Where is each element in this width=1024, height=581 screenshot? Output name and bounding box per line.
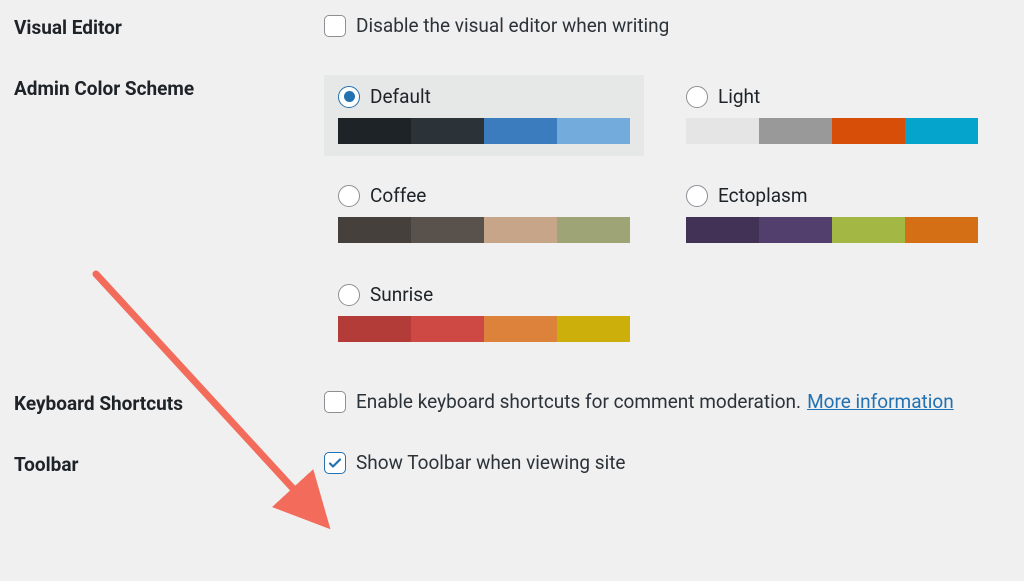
admin-color-scheme-row: Admin Color Scheme Default Light Coffee Ect… bbox=[14, 75, 1010, 354]
color-swatch bbox=[905, 217, 978, 243]
color-scheme-name: Coffee bbox=[370, 184, 426, 207]
color-swatches bbox=[338, 118, 630, 144]
color-swatch bbox=[832, 217, 905, 243]
toolbar-row: Toolbar Show Toolbar when viewing site bbox=[14, 451, 1010, 476]
color-scheme-name: Light bbox=[718, 85, 760, 108]
color-scheme-header: Ectoplasm bbox=[686, 184, 978, 207]
color-swatch bbox=[484, 217, 557, 243]
color-swatch bbox=[338, 316, 411, 342]
color-swatch bbox=[905, 118, 978, 144]
color-swatch bbox=[759, 118, 832, 144]
visual-editor-label: Visual Editor bbox=[14, 14, 324, 39]
color-swatches bbox=[686, 217, 978, 243]
color-scheme-option-ectoplasm[interactable]: Ectoplasm bbox=[672, 174, 992, 255]
color-scheme-option-coffee[interactable]: Coffee bbox=[324, 174, 644, 255]
visual-editor-row: Visual Editor Disable the visual editor … bbox=[14, 14, 1010, 39]
visual-editor-checkbox-label: Disable the visual editor when writing bbox=[356, 14, 669, 37]
color-scheme-radio[interactable] bbox=[686, 86, 708, 108]
toolbar-label: Toolbar bbox=[14, 451, 324, 476]
profile-settings-form: Visual Editor Disable the visual editor … bbox=[0, 0, 1024, 490]
color-scheme-radio[interactable] bbox=[338, 284, 360, 306]
color-scheme-radio[interactable] bbox=[338, 86, 360, 108]
color-swatch bbox=[338, 217, 411, 243]
toolbar-field: Show Toolbar when viewing site bbox=[324, 451, 1010, 474]
toolbar-checkbox-label: Show Toolbar when viewing site bbox=[356, 451, 625, 474]
color-scheme-option-default[interactable]: Default bbox=[324, 75, 644, 156]
visual-editor-field: Disable the visual editor when writing bbox=[324, 14, 1010, 37]
color-swatch bbox=[338, 118, 411, 144]
color-scheme-header: Sunrise bbox=[338, 283, 630, 306]
color-scheme-header: Default bbox=[338, 85, 630, 108]
color-swatch bbox=[686, 118, 759, 144]
color-swatches bbox=[686, 118, 978, 144]
more-information-link[interactable]: More information bbox=[807, 390, 954, 413]
keyboard-shortcuts-checkbox[interactable] bbox=[324, 391, 346, 413]
keyboard-shortcuts-row: Keyboard Shortcuts Enable keyboard short… bbox=[14, 390, 1010, 415]
admin-color-scheme-field: Default Light Coffee Ectoplasm Sunrise bbox=[324, 75, 1024, 354]
admin-color-scheme-label: Admin Color Scheme bbox=[14, 75, 324, 100]
color-scheme-header: Light bbox=[686, 85, 978, 108]
color-swatch bbox=[484, 118, 557, 144]
color-scheme-option-light[interactable]: Light bbox=[672, 75, 992, 156]
radio-dot-icon bbox=[344, 91, 355, 102]
color-swatch bbox=[557, 217, 630, 243]
check-icon bbox=[327, 455, 343, 471]
color-scheme-name: Ectoplasm bbox=[718, 184, 808, 207]
color-swatch bbox=[832, 118, 905, 144]
color-swatch bbox=[686, 217, 759, 243]
color-swatch bbox=[759, 217, 832, 243]
color-scheme-radio[interactable] bbox=[338, 185, 360, 207]
keyboard-shortcuts-field: Enable keyboard shortcuts for comment mo… bbox=[324, 390, 1010, 413]
color-scheme-header: Coffee bbox=[338, 184, 630, 207]
color-scheme-name: Sunrise bbox=[370, 283, 433, 306]
color-swatches bbox=[338, 217, 630, 243]
keyboard-shortcuts-label: Keyboard Shortcuts bbox=[14, 390, 324, 415]
color-swatch bbox=[484, 316, 557, 342]
color-swatch bbox=[557, 316, 630, 342]
color-swatch bbox=[411, 217, 484, 243]
color-swatches bbox=[338, 316, 630, 342]
color-swatch bbox=[557, 118, 630, 144]
toolbar-checkbox[interactable] bbox=[324, 452, 346, 474]
color-swatch bbox=[411, 316, 484, 342]
color-scheme-name: Default bbox=[370, 85, 431, 108]
color-scheme-radio[interactable] bbox=[686, 185, 708, 207]
keyboard-shortcuts-checkbox-label: Enable keyboard shortcuts for comment mo… bbox=[356, 390, 801, 413]
visual-editor-checkbox[interactable] bbox=[324, 15, 346, 37]
color-scheme-grid: Default Light Coffee Ectoplasm Sunrise bbox=[324, 75, 1024, 354]
color-scheme-option-sunrise[interactable]: Sunrise bbox=[324, 273, 644, 354]
color-swatch bbox=[411, 118, 484, 144]
